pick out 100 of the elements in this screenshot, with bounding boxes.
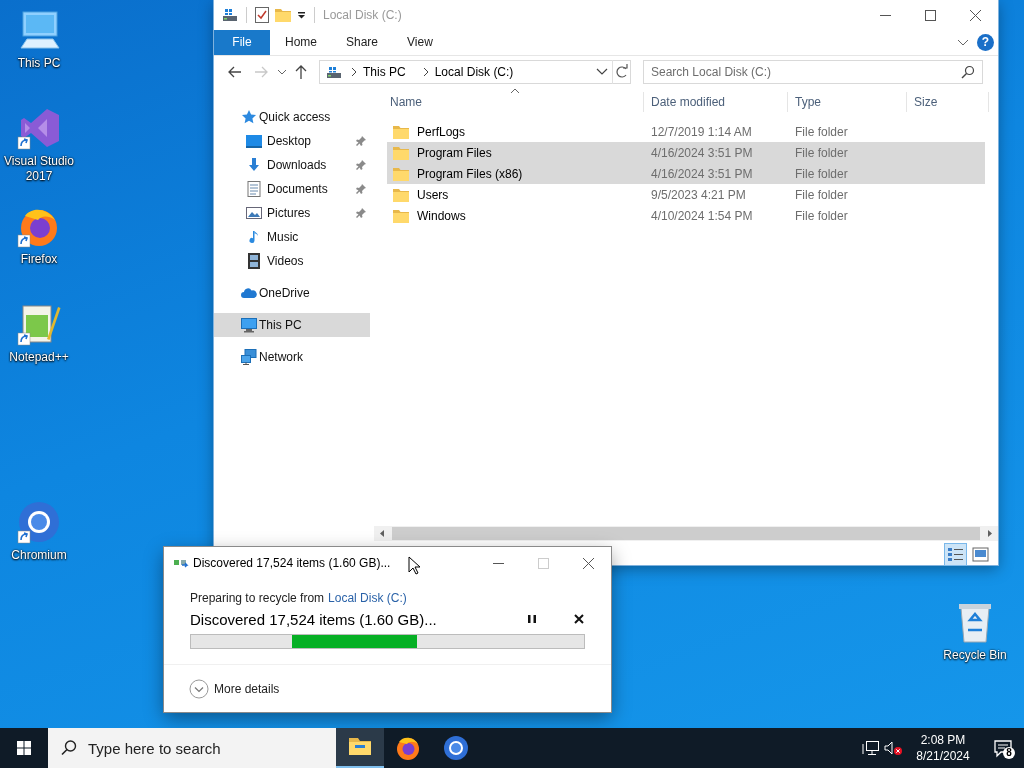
folder-icon	[393, 166, 409, 181]
desktop-icon	[246, 133, 262, 149]
network-icon[interactable]	[861, 738, 881, 758]
chromium-icon[interactable]	[17, 500, 61, 544]
more-details-button[interactable]: More details	[189, 678, 280, 699]
icon-label[interactable]: Firefox	[1, 252, 77, 267]
file-name: Program Files (x86)	[417, 166, 523, 181]
nav-item[interactable]: Videos	[214, 249, 370, 273]
nav-label: Videos	[267, 254, 304, 268]
date-cell-text: 12/7/2019 1:14 AM	[650, 124, 753, 139]
dropdown-icon[interactable]	[297, 11, 306, 19]
file-row[interactable]: PerfLogs 12/7/2019 1:14 AM File folder	[387, 121, 985, 142]
date-cell-text: 4/16/2024 3:51 PM	[650, 166, 754, 181]
nav-item[interactable]: Documents	[214, 177, 370, 201]
network-icon	[241, 349, 257, 365]
nav-label: OneDrive	[259, 286, 310, 300]
nav-label: This PC	[259, 318, 302, 332]
column-header[interactable]: Type	[788, 92, 907, 112]
column-header[interactable]: Date modified	[644, 92, 788, 112]
more-details-label[interactable]: More details	[214, 681, 280, 696]
computer-icon	[241, 317, 257, 333]
horizontal-scrollbar[interactable]	[374, 526, 998, 541]
clock-date[interactable]: 8/21/2024	[904, 748, 982, 764]
drive-icon	[326, 64, 342, 80]
nav-item[interactable]: Quick access	[214, 105, 370, 129]
ribbon-tab[interactable]: View	[392, 30, 447, 55]
column-header[interactable]: Size	[907, 92, 989, 112]
window-title: Discovered 17,524 items (1.60 GB)...	[193, 555, 391, 570]
drive-icon	[222, 7, 238, 23]
details-view-icon[interactable]	[944, 542, 967, 566]
date-cell-text: 4/16/2024 3:51 PM	[650, 145, 754, 160]
type-cell-text: File folder	[794, 187, 849, 202]
nav-label: Pictures	[267, 206, 311, 220]
address-segment[interactable]: This PC	[363, 65, 406, 79]
type-cell-text: File folder	[794, 166, 849, 181]
nav-label: Desktop	[267, 134, 312, 148]
folder-icon	[393, 187, 409, 202]
icon-label[interactable]: Chromium	[1, 548, 77, 563]
visual-studio-icon[interactable]	[17, 106, 61, 150]
file-menu-tab[interactable]: File	[214, 30, 270, 55]
notification-icon[interactable]	[993, 738, 1013, 758]
nav-item[interactable]: OneDrive	[214, 281, 370, 305]
ribbon-tab[interactable]: Share	[331, 30, 393, 55]
taskbar-search-box[interactable]: Type here to search	[48, 728, 336, 768]
notifications-button[interactable]: 8	[982, 728, 1024, 768]
nav-item[interactable]: Music	[214, 225, 370, 249]
nav-label: Documents	[267, 182, 328, 196]
file-row[interactable]: Windows 4/10/2024 1:54 PM File folder	[387, 205, 985, 226]
download-icon	[246, 157, 262, 173]
folder-icon	[393, 145, 409, 160]
ribbon-tab[interactable]: Home	[270, 30, 331, 55]
nav-item[interactable]: Desktop	[214, 129, 370, 153]
scrollbar-thumb[interactable]	[392, 527, 980, 540]
nav-label: Music	[267, 230, 299, 244]
expand-ribbon-icon[interactable]	[957, 38, 969, 47]
file-row[interactable]: Program Files (x86) 4/16/2024 3:51 PM File folder	[387, 163, 985, 184]
pictures-icon	[246, 205, 262, 221]
address-bar[interactable]: This PC Local Disk (C:)	[319, 60, 631, 84]
nav-label: Network	[259, 350, 303, 364]
date-cell-text: 4/10/2024 1:54 PM	[650, 208, 754, 223]
nav-item[interactable]: Pictures	[214, 201, 370, 225]
source-link[interactable]: Local Disk (C:)	[328, 591, 407, 605]
help-button[interactable]: ?	[977, 34, 994, 51]
progress-status: Discovered 17,524 items (1.60 GB)...	[190, 610, 437, 628]
address-segment[interactable]: Local Disk (C:)	[434, 65, 514, 79]
status-text: Preparing to recycle from	[190, 591, 325, 605]
icon-label[interactable]: Visual Studio 2017	[1, 154, 77, 184]
nav-item[interactable]: This PC	[214, 313, 370, 337]
star-icon	[241, 109, 257, 125]
column-header[interactable]: Name	[384, 92, 644, 112]
dropdown-icon[interactable]	[596, 68, 608, 76]
computer-icon[interactable]	[17, 8, 61, 52]
document-icon	[246, 181, 262, 197]
file-row[interactable]: Program Files 4/16/2024 3:51 PM File folder	[387, 142, 985, 163]
taskbar-app[interactable]	[336, 728, 384, 768]
file-row[interactable]: Users 9/5/2023 4:21 PM File folder	[387, 184, 985, 205]
search-icon[interactable]	[961, 65, 975, 79]
date-cell-text: 9/5/2023 4:21 PM	[650, 187, 747, 202]
nav-item[interactable]: Network	[214, 345, 370, 369]
file-name: Windows	[417, 208, 466, 223]
window-title: Local Disk (C:)	[323, 8, 402, 22]
icon-label[interactable]: This PC	[1, 56, 77, 71]
properties-icon[interactable]	[255, 7, 269, 23]
nav-item[interactable]: Downloads	[214, 153, 370, 177]
nav-label: Downloads	[267, 158, 327, 172]
search-icon[interactable]	[60, 739, 78, 757]
type-cell-text: File folder	[794, 124, 849, 139]
file-name: Users	[417, 187, 449, 202]
clock-time[interactable]: 2:08 PM	[904, 732, 982, 748]
icon-label[interactable]: Notepad++	[1, 350, 77, 365]
folder-icon	[393, 208, 409, 223]
file-name: Program Files	[417, 145, 492, 160]
notepad-icon[interactable]	[17, 302, 61, 346]
type-cell-text: File folder	[794, 208, 849, 223]
refresh-icon[interactable]	[612, 60, 630, 84]
mouse-cursor-icon	[408, 556, 421, 576]
nav-label: Quick access	[259, 110, 331, 124]
taskbar-search-field[interactable]: Type here to search	[86, 727, 336, 768]
file-name: PerfLogs	[417, 124, 466, 139]
folder-icon	[393, 124, 409, 139]
